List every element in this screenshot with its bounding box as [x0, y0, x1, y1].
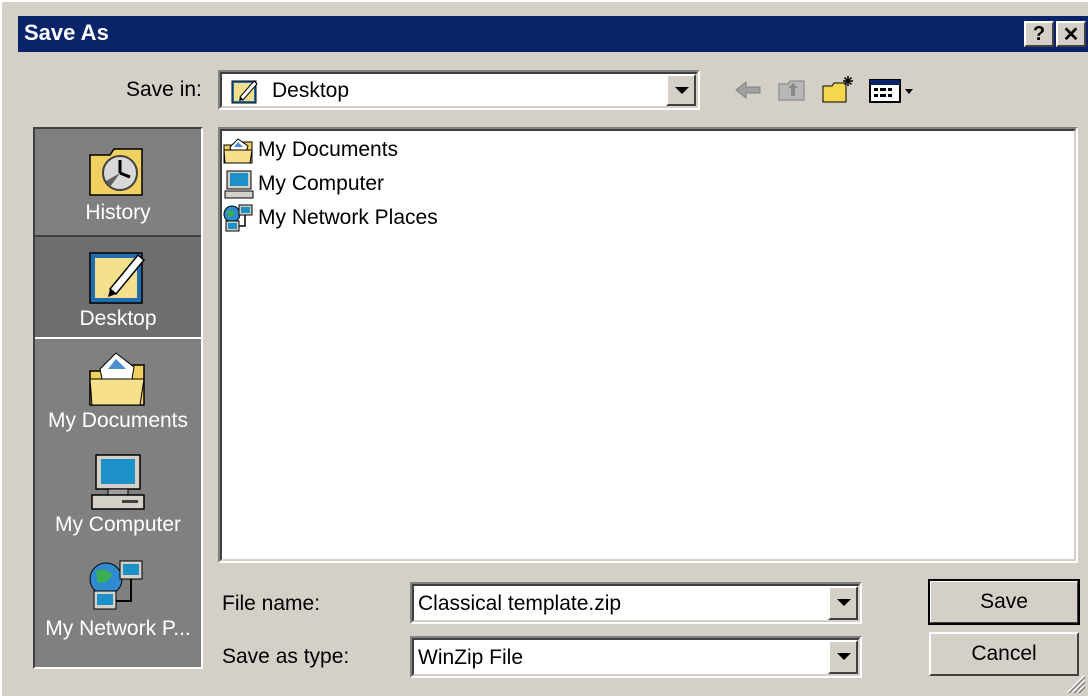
window-title: Save As [24, 20, 109, 45]
help-button[interactable]: ? [1024, 21, 1054, 47]
my-network-places-icon [89, 560, 143, 610]
new-folder-icon[interactable] [820, 74, 856, 106]
places-item-label: History [85, 201, 151, 224]
help-icon: ? [1032, 22, 1046, 45]
up-one-level-icon[interactable] [776, 74, 810, 106]
my-network-places-icon [223, 204, 253, 232]
close-button[interactable]: ✕ [1056, 21, 1086, 47]
my-computer-icon [91, 454, 145, 510]
places-item-desktop[interactable]: Desktop [35, 235, 201, 339]
places-item-label: Desktop [79, 307, 157, 330]
list-item[interactable]: My Network Places [222, 203, 438, 233]
save-in-dropdown[interactable]: Desktop [218, 70, 700, 110]
title-bar[interactable]: Save As ? ✕ [18, 16, 1088, 52]
save-as-type-value: WinZip File [418, 646, 524, 669]
list-item-label: My Network Places [258, 206, 438, 229]
save-button[interactable]: Save [928, 579, 1080, 625]
places-item-label: My Documents [47, 409, 189, 432]
places-item-history[interactable]: History [35, 131, 201, 235]
places-item-label: My Network P... [45, 617, 191, 640]
my-documents-icon [89, 352, 145, 406]
save-as-type-select[interactable]: WinZip File [410, 636, 862, 678]
places-bar: History Desktop My Documents My Computer… [33, 127, 203, 669]
list-item[interactable]: My Computer [222, 169, 384, 199]
back-arrow-icon[interactable] [732, 74, 764, 106]
view-menu-icon[interactable] [868, 74, 918, 106]
file-list[interactable]: My Documents My Computer My Network Plac… [218, 127, 1078, 563]
list-item[interactable]: My Documents [222, 135, 398, 165]
file-name-label: File name: [222, 592, 321, 615]
places-item-my-network-places[interactable]: My Network P... [35, 547, 201, 651]
save-in-value: Desktop [272, 79, 350, 102]
desktop-icon [231, 80, 258, 104]
desktop-icon [89, 252, 146, 304]
file-name-input[interactable]: Classical template.zip [418, 592, 621, 616]
file-name-combobox[interactable]: Classical template.zip [410, 582, 862, 624]
history-icon [89, 148, 143, 196]
file-name-dropdown-arrow[interactable] [828, 586, 858, 620]
save-as-type-dropdown-arrow[interactable] [828, 640, 858, 674]
close-icon: ✕ [1062, 23, 1080, 46]
places-item-my-computer[interactable]: My Computer [35, 443, 201, 547]
cancel-button[interactable]: Cancel [929, 632, 1079, 676]
save-in-dropdown-arrow[interactable] [666, 74, 696, 106]
save-as-type-label: Save as type: [222, 645, 350, 668]
places-item-label: My Computer [54, 513, 182, 536]
save-in-label: Save in: [126, 78, 202, 101]
list-item-label: My Documents [258, 138, 399, 161]
list-item-label: My Computer [258, 172, 385, 195]
my-computer-icon [224, 170, 254, 199]
my-documents-icon [223, 138, 253, 164]
places-item-my-documents[interactable]: My Documents [35, 339, 201, 443]
save-as-dialog: Save As ? ✕ Save in: Desktop History Des… [0, 0, 1088, 696]
resize-grip-icon[interactable] [1064, 672, 1086, 694]
